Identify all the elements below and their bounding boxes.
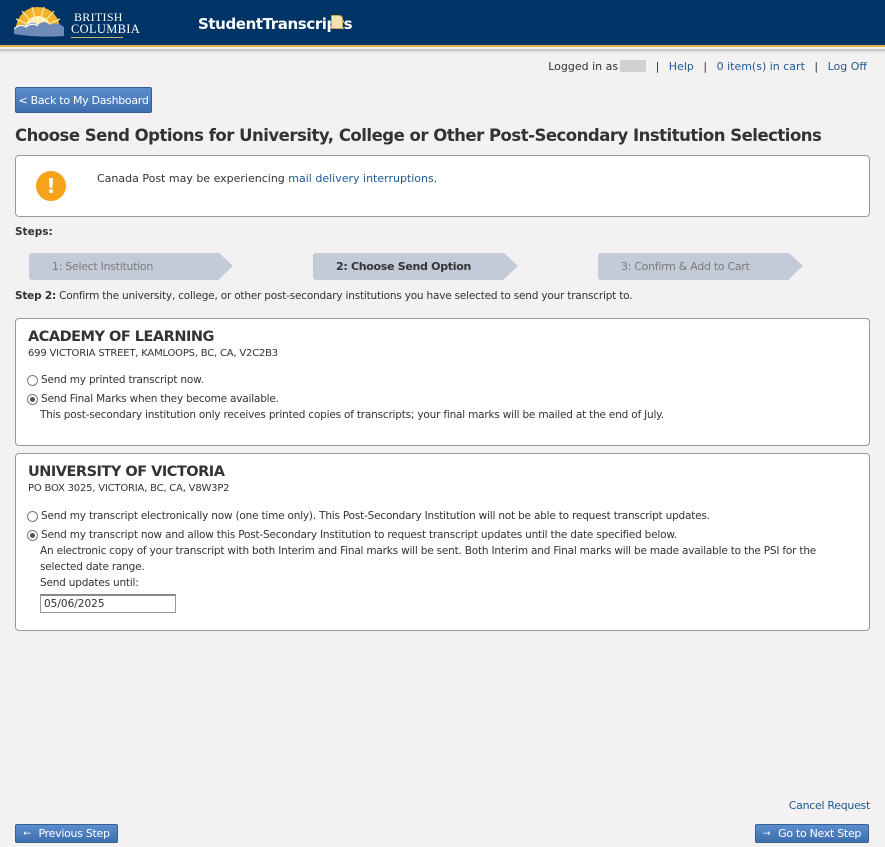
institution-address: PO BOX 3025, VICTORIA, BC, CA, V8W3P2	[28, 483, 230, 494]
arrow-left-icon: ←	[23, 828, 31, 839]
radio-button[interactable]	[27, 510, 38, 522]
logged-in-label: Logged in as	[548, 60, 619, 73]
log-off-link[interactable]: Log Off	[828, 60, 867, 73]
cart-link[interactable]: 0 item(s) in cart	[717, 60, 805, 73]
institution-card-academy-of-learning: ACADEMY OF LEARNING 699 VICTORIA STREET,…	[15, 318, 870, 446]
step-description-text: Confirm the university, college, or othe…	[55, 290, 633, 302]
option-label: Send my transcript now and allow this Po…	[41, 529, 677, 541]
arrow-right-icon: →	[762, 828, 771, 839]
radio-button[interactable]	[27, 374, 38, 386]
next-step-label: Go to Next Step	[778, 827, 862, 840]
institution-address: 699 VICTORIA STREET, KAMLOOPS, BC, CA, V…	[28, 348, 278, 359]
alert-message: Canada Post may be experiencing mail del…	[97, 172, 437, 185]
previous-step-button[interactable]: ← Previous Step	[15, 824, 118, 843]
header-shadow	[0, 49, 885, 53]
step-choose-send-option: 2: Choose Send Option	[313, 253, 518, 280]
next-step-button[interactable]: → Go to Next Step	[755, 824, 869, 843]
option-label: Send my printed transcript now.	[41, 374, 204, 386]
option-label: Send Final Marks when they become availa…	[41, 393, 279, 405]
previous-step-label: Previous Step	[38, 827, 110, 840]
option-send-printed-now[interactable]: Send my printed transcript now.	[27, 374, 204, 386]
radio-button-checked[interactable]	[27, 529, 38, 541]
option-label: Send my transcript electronically now (o…	[41, 510, 710, 522]
warning-icon: !	[36, 171, 66, 201]
document-icon	[331, 15, 343, 29]
send-updates-date-input[interactable]	[40, 594, 176, 613]
institution-name: UNIVERSITY OF VICTORIA	[28, 464, 225, 480]
institution-name: ACADEMY OF LEARNING	[28, 329, 214, 345]
send-updates-label: Send updates until:	[40, 577, 139, 589]
institution-card-university-of-victoria: UNIVERSITY OF VICTORIA PO BOX 3025, VICT…	[15, 453, 870, 631]
radio-button-checked[interactable]	[27, 393, 38, 405]
page-title: Choose Send Options for University, Coll…	[15, 126, 822, 145]
cancel-request-link[interactable]: Cancel Request	[789, 799, 871, 812]
institution-note: An electronic copy of your transcript wi…	[40, 545, 817, 573]
user-links-bar: Logged in as | Help | 0 item(s) in cart …	[548, 60, 867, 73]
bc-wordmark: BRITISH COLUMBIA	[71, 11, 140, 35]
back-to-dashboard-button[interactable]: < Back to My Dashboard	[15, 87, 152, 113]
alert-box: ! Canada Post may be experiencing mail d…	[15, 155, 870, 217]
steps-label: Steps:	[15, 226, 53, 238]
step-select-institution: 1: Select Institution	[29, 253, 233, 280]
help-link[interactable]: Help	[669, 60, 694, 73]
redacted-username	[620, 60, 647, 72]
wordmark-underline	[71, 37, 123, 38]
step-description-label: Step 2:	[15, 290, 56, 302]
institution-note: This post-secondary institution only rec…	[40, 409, 664, 421]
option-send-with-updates[interactable]: Send my transcript now and allow this Po…	[27, 529, 677, 541]
app-title[interactable]: StudentTranscripts	[198, 15, 353, 33]
mail-delivery-link[interactable]: mail delivery interruptions	[288, 172, 433, 185]
option-send-electronic-once[interactable]: Send my transcript electronically now (o…	[27, 510, 710, 522]
step-description: Step 2: Confirm the university, college,…	[15, 290, 633, 302]
alert-suffix: .	[433, 172, 438, 185]
alert-text: Canada Post may be experiencing	[97, 172, 289, 185]
bc-wordmark-line2: COLUMBIA	[71, 22, 141, 36]
app-header: BRITISH COLUMBIA StudentTranscripts	[0, 0, 885, 47]
option-send-final-marks[interactable]: Send Final Marks when they become availa…	[27, 393, 279, 405]
step-confirm-add-to-cart: 3: Confirm & Add to Cart	[598, 253, 803, 280]
